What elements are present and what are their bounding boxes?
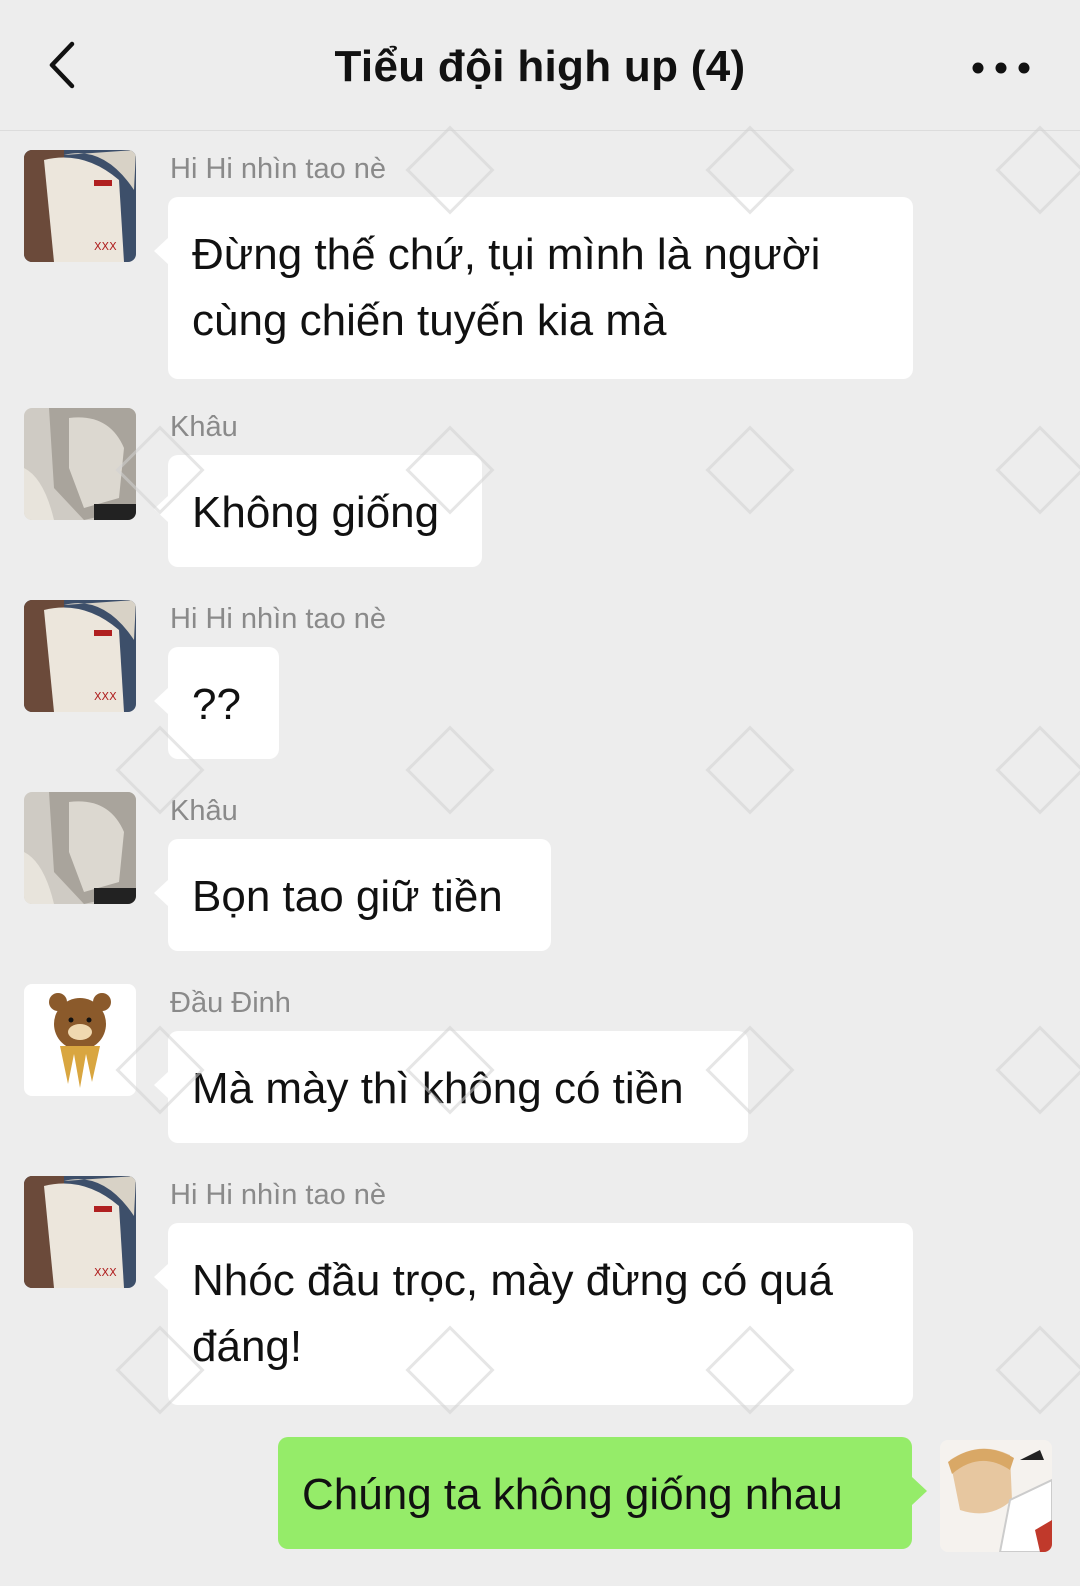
more-button[interactable] [968, 48, 1038, 88]
sender-name: Khâu [170, 411, 238, 443]
message-bubble[interactable]: Mà mày thì không có tiền [154, 1031, 748, 1143]
message-text: Không giống [192, 488, 440, 537]
message-text: Đừng thế chứ, tụi mình là người [192, 230, 821, 279]
sender-name: Đầu Đinh [170, 987, 291, 1019]
message-bubble[interactable]: ?? [154, 647, 279, 759]
chat-header: Tiểu đội high up (4) [0, 0, 1080, 130]
avatar[interactable]: XXX [24, 1176, 136, 1288]
sender-name: Hi Hi nhìn tao nè [170, 603, 387, 635]
svg-text:XXX: XXX [94, 1266, 117, 1279]
message-bubble[interactable]: Bọn tao giữ tiền [154, 839, 551, 951]
message-text: Chúng ta không giống nhau [302, 1470, 843, 1519]
message-text: Nhóc đầu trọc, mày đừng có quá [192, 1256, 833, 1305]
message-text: cùng chiến tuyến kia mà [192, 296, 667, 345]
message-bubble[interactable]: Nhóc đầu trọc, mày đừng có quá đáng! [154, 1223, 913, 1405]
avatar[interactable] [24, 408, 136, 520]
svg-text:XXX: XXX [94, 240, 117, 253]
chat-title: Tiểu đội high up (4) [334, 42, 746, 91]
avatar[interactable]: XXX [24, 150, 136, 262]
message-text: ?? [192, 680, 241, 729]
message-bubble[interactable]: Không giống [154, 455, 482, 567]
avatar-self[interactable] [940, 1440, 1052, 1552]
sender-name: Hi Hi nhìn tao nè [170, 153, 387, 185]
message-text: Mà mày thì không có tiền [192, 1064, 684, 1113]
svg-text:XXX: XXX [94, 690, 117, 703]
message-text: Bọn tao giữ tiền [192, 872, 503, 921]
sender-name: Khâu [170, 795, 238, 827]
header-divider [0, 130, 1080, 131]
sender-name: Hi Hi nhìn tao nè [170, 1179, 387, 1211]
avatar[interactable] [24, 984, 136, 1096]
avatar[interactable]: XXX [24, 600, 136, 712]
avatar[interactable] [24, 792, 136, 904]
more-dots-icon [972, 62, 1030, 74]
message-bubble[interactable]: Đừng thế chứ, tụi mình là người cùng chi… [154, 197, 913, 379]
message-text: đáng! [192, 1322, 303, 1371]
message-bubble-self[interactable]: Chúng ta không giống nhau [278, 1437, 927, 1549]
